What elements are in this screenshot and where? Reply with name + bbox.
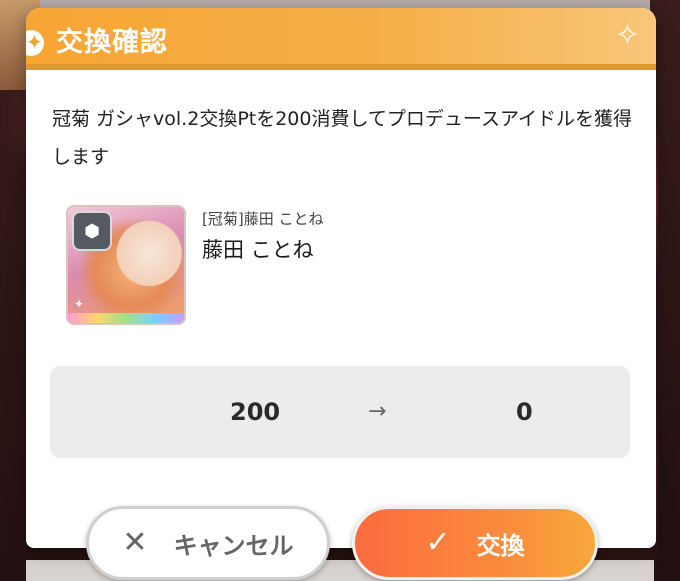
points-change-panel: 200 → 0 [50, 366, 630, 458]
exchange-button[interactable]: ✓ 交換 [352, 506, 598, 580]
points-after: 0 [516, 398, 533, 426]
exchange-confirm-dialog: ✦ 交換確認 ✧ 冠菊 ガシャvol.2交換Ptを200消費してプロデュースアイ… [26, 8, 656, 548]
cancel-button-label: キャンセル [173, 531, 294, 560]
idol-card-thumbnail[interactable]: ⬢ ✦ [66, 205, 186, 325]
sparkle-icon: ✦ [74, 297, 85, 311]
card-subtitle: [冠菊]藤田 ことね [202, 210, 324, 228]
arrow-right-icon: → [368, 399, 387, 424]
close-icon: ✕ [122, 525, 148, 560]
card-name: 藤田 ことね [202, 238, 314, 262]
background-scrollbar [658, 0, 680, 581]
produce-idol-badge-icon: ⬢ [72, 211, 112, 251]
check-icon: ✓ [425, 525, 451, 560]
cancel-button[interactable]: ✕ キャンセル [86, 506, 330, 580]
points-before: 200 [230, 398, 281, 426]
rarity-stripe [68, 313, 184, 323]
sparkle-icon: ✧ [614, 18, 640, 53]
dialog-title: 交換確認 [56, 27, 168, 58]
star-icon: ✦ [26, 30, 43, 54]
exchange-button-label: 交換 [476, 531, 525, 560]
dialog-header: ✦ 交換確認 ✧ [26, 8, 656, 70]
dialog-message: 冠菊 ガシャvol.2交換Ptを200消費してプロデュースアイドルを獲得します [52, 108, 633, 168]
